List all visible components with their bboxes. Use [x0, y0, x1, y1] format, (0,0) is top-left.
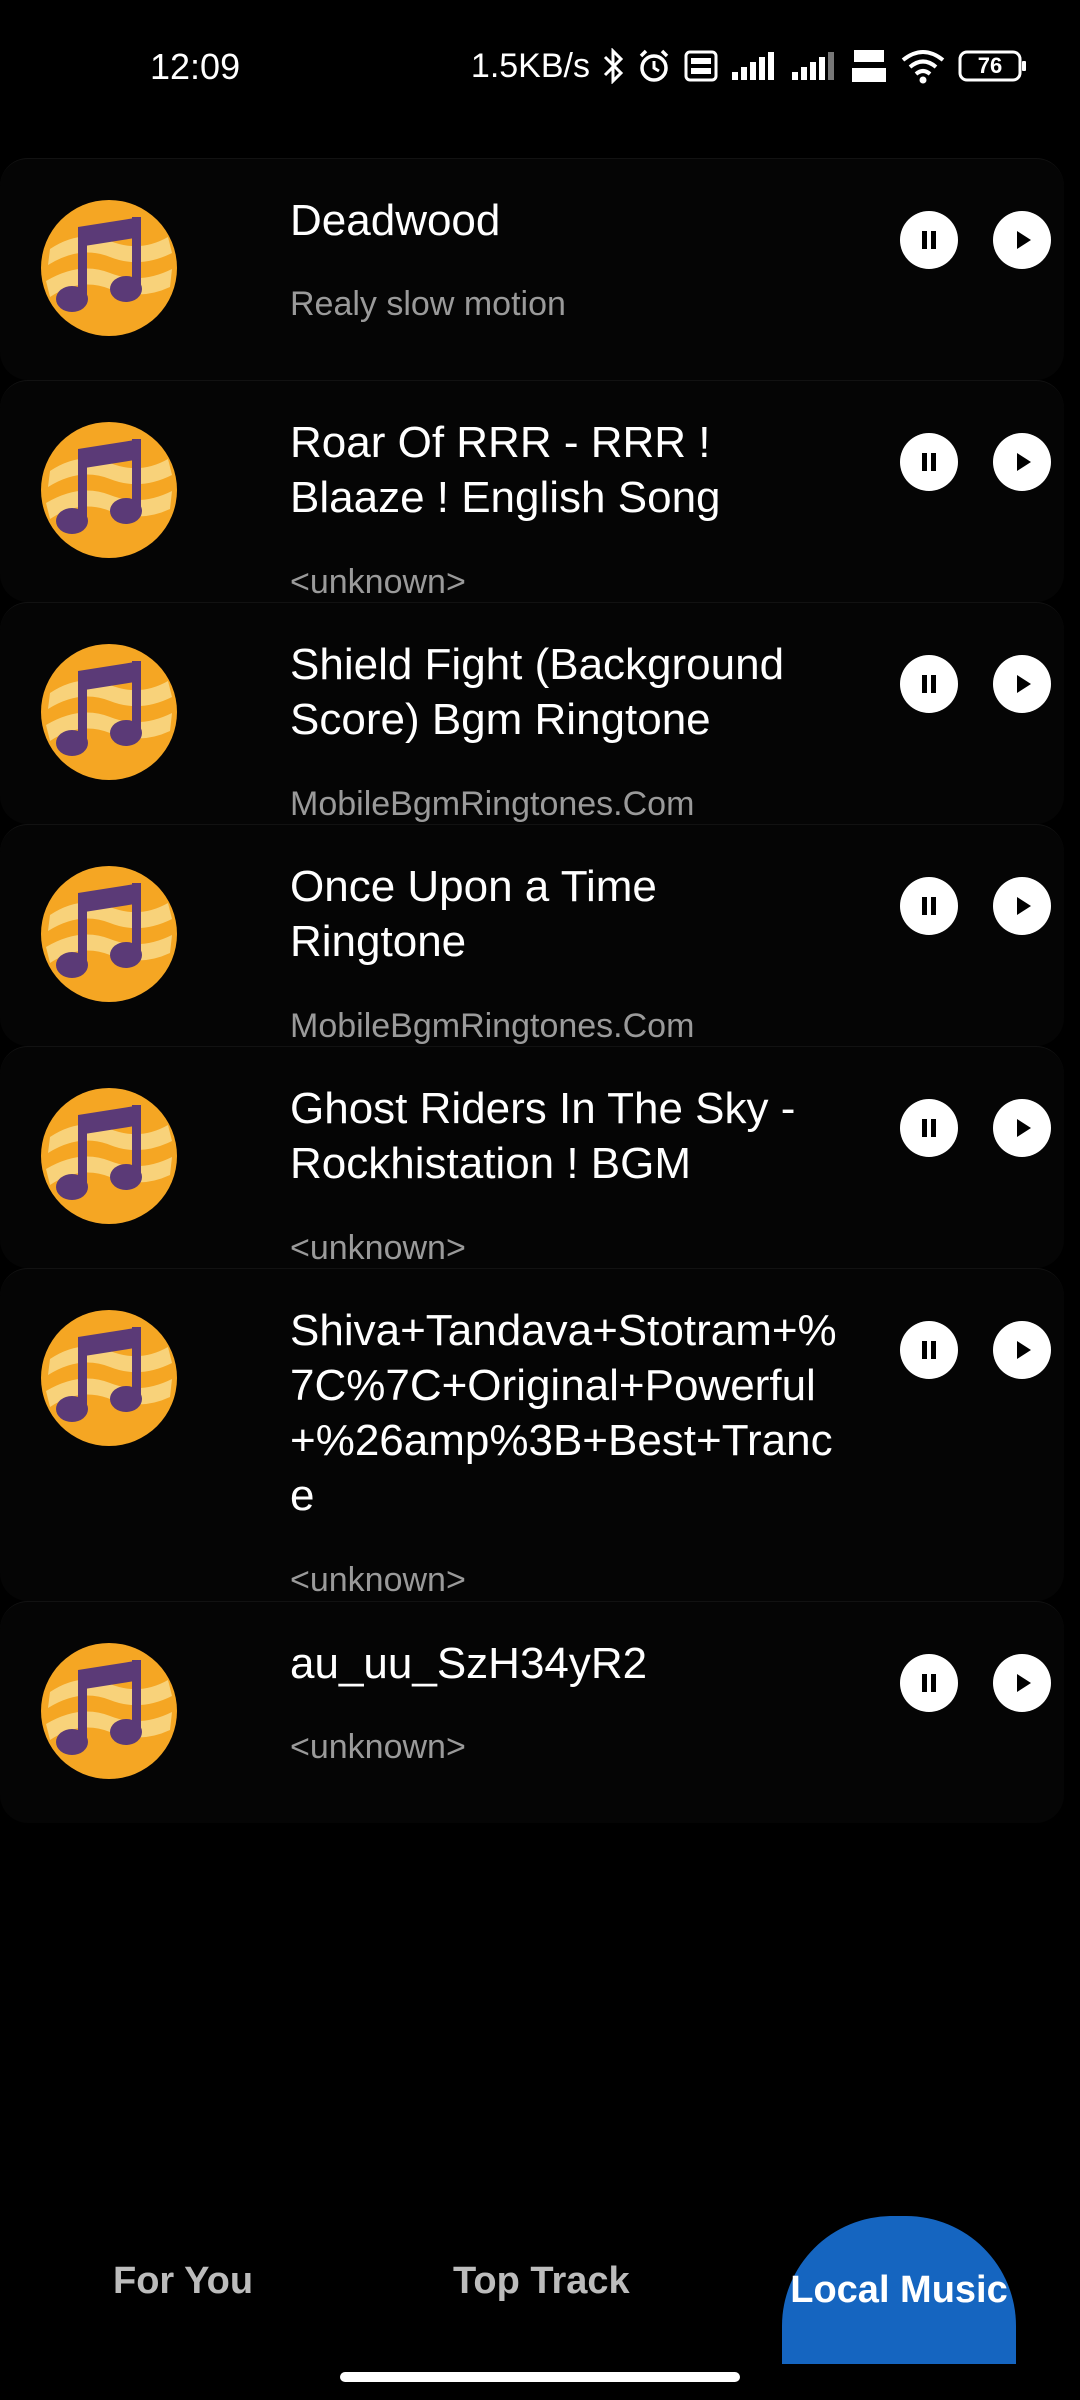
play-button[interactable]: [993, 211, 1051, 269]
pause-button[interactable]: [900, 1654, 958, 1712]
play-button[interactable]: [993, 1099, 1051, 1157]
music-note-icon: [41, 1088, 177, 1224]
pause-button[interactable]: [900, 1099, 958, 1157]
music-note-icon: [41, 1643, 177, 1779]
pause-icon: [922, 897, 936, 915]
battery-level: 76: [977, 53, 1003, 78]
music-note-icon: [41, 1310, 177, 1446]
home-indicator[interactable]: [340, 2372, 740, 2382]
track-title: Deadwood: [290, 196, 501, 245]
pause-icon: [922, 1119, 936, 1137]
wifi-icon: [900, 48, 946, 84]
track-row[interactable]: Roar Of RRR - RRR ! Blaaze ! English Son…: [0, 380, 1064, 602]
track-row[interactable]: Shiva+Tandava+Stotram+%7C%7C+Original+Po…: [0, 1268, 1064, 1601]
pause-button[interactable]: [900, 655, 958, 713]
pause-icon: [922, 1674, 936, 1692]
bluetooth-icon: [602, 48, 624, 84]
tab-local-music[interactable]: Local Music: [782, 2216, 1016, 2364]
track-row[interactable]: Ghost Riders In The Sky - Rockhistation …: [0, 1046, 1064, 1268]
play-icon: [1017, 897, 1031, 915]
pause-icon: [922, 1341, 936, 1359]
play-button[interactable]: [993, 1321, 1051, 1379]
volte-icon: [684, 50, 718, 82]
status-bar: 12:09 1.5KB/s 76: [0, 0, 1080, 140]
track-title: Shield Fight (Background Score) Bgm Ring…: [290, 640, 785, 744]
battery-icon: 76: [958, 49, 1028, 83]
track-artist: <unknown>: [290, 1229, 466, 1267]
music-note-icon: [41, 644, 177, 780]
play-button[interactable]: [993, 1654, 1051, 1712]
track-artist: <unknown>: [290, 1728, 466, 1766]
pause-button[interactable]: [900, 877, 958, 935]
play-icon: [1017, 1341, 1031, 1359]
play-button[interactable]: [993, 433, 1051, 491]
track-list: Deadwood Realy slow motion Roar Of RRR -…: [0, 158, 1080, 1823]
track-artist: MobileBgmRingtones.Com: [290, 785, 695, 823]
track-row[interactable]: au_uu_SzH34yR2 <unknown>: [0, 1601, 1064, 1823]
tab-top-track[interactable]: Top Track: [453, 2260, 630, 2303]
status-icons: 1.5KB/s 76: [471, 46, 1028, 86]
music-note-icon: [41, 200, 177, 336]
pause-icon: [922, 231, 936, 249]
play-button[interactable]: [993, 655, 1051, 713]
pause-icon: [922, 453, 936, 471]
bottom-nav: For You Top Track Local Music: [0, 2210, 1080, 2364]
pause-button[interactable]: [900, 433, 958, 491]
track-row[interactable]: Deadwood Realy slow motion: [0, 158, 1064, 380]
music-note-icon: [41, 866, 177, 1002]
network-speed: 1.5KB/s: [470, 46, 590, 85]
status-time: 12:09: [150, 46, 241, 87]
play-icon: [1017, 453, 1031, 471]
signal-icon-1: [730, 50, 778, 82]
play-icon: [1017, 1674, 1031, 1692]
track-artist: <unknown>: [290, 1561, 466, 1599]
track-title: Ghost Riders In The Sky - Rockhistation …: [290, 1084, 796, 1188]
track-title: Shiva+Tandava+Stotram+%7C%7C+Original+Po…: [290, 1306, 837, 1520]
alarm-icon: [636, 48, 672, 84]
vowifi-icon: [850, 46, 888, 86]
track-artist: <unknown>: [290, 563, 466, 601]
play-icon: [1017, 1119, 1031, 1137]
tab-local-music-label: Local Music: [790, 2268, 1008, 2311]
play-icon: [1017, 675, 1031, 693]
play-icon: [1017, 231, 1031, 249]
track-artist: Realy slow motion: [290, 285, 566, 323]
pause-button[interactable]: [900, 1321, 958, 1379]
track-title: Roar Of RRR - RRR ! Blaaze ! English Son…: [290, 418, 721, 522]
tab-for-you[interactable]: For You: [113, 2260, 253, 2303]
signal-icon-2: [790, 50, 838, 82]
play-button[interactable]: [993, 877, 1051, 935]
track-title: Once Upon a Time Ringtone: [290, 862, 657, 966]
pause-icon: [922, 675, 936, 693]
pause-button[interactable]: [900, 211, 958, 269]
track-row[interactable]: Shield Fight (Background Score) Bgm Ring…: [0, 602, 1064, 824]
track-title: au_uu_SzH34yR2: [290, 1639, 648, 1688]
track-row[interactable]: Once Upon a Time Ringtone MobileBgmRingt…: [0, 824, 1064, 1046]
music-note-icon: [41, 422, 177, 558]
track-artist: MobileBgmRingtones.Com: [290, 1007, 695, 1045]
